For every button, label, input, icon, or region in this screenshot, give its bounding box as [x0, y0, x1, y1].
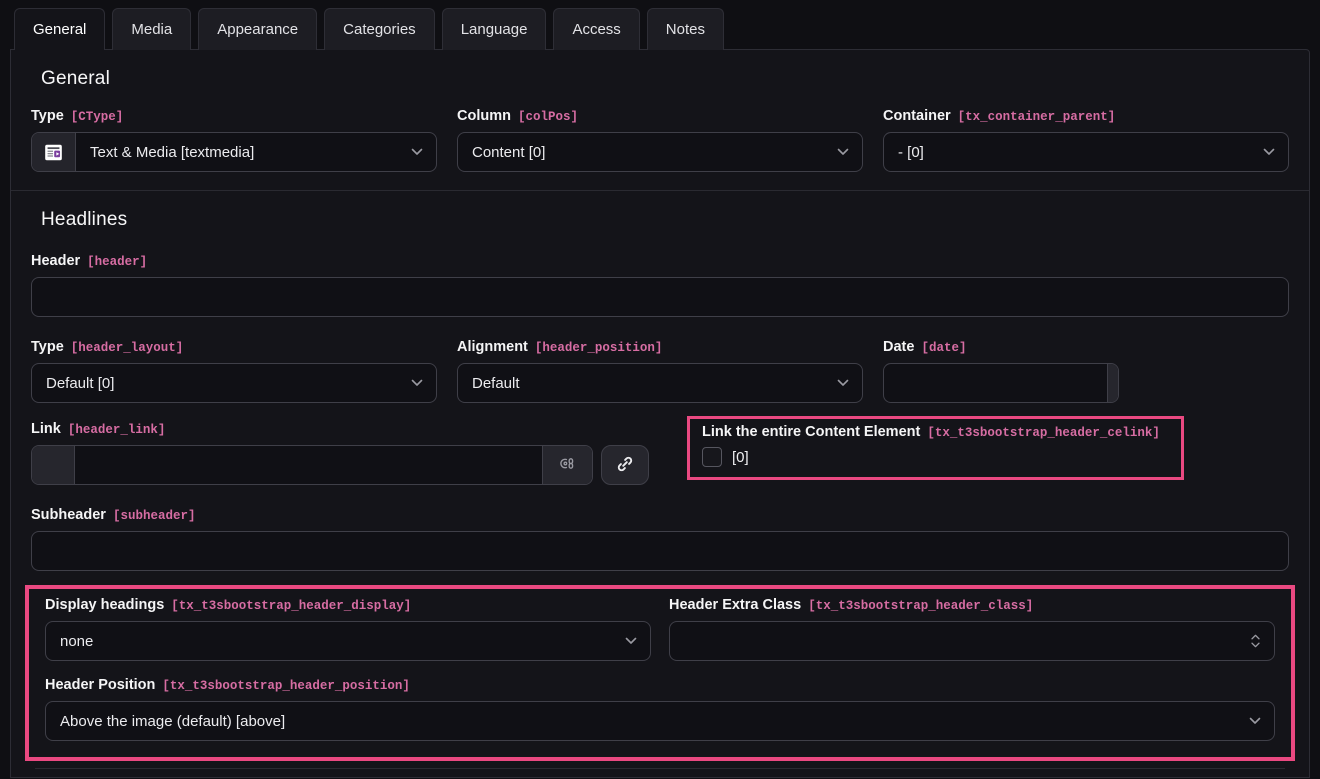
link-input[interactable] [75, 446, 542, 484]
chevron-down-icon [837, 379, 849, 387]
tab-content-panel: General Type [CType] [10, 49, 1310, 778]
date-input[interactable] [884, 364, 1107, 402]
header-settings-highlight-box: Display headings [tx_t3sbootstrap_header… [25, 585, 1295, 761]
date-input-group [883, 363, 1119, 403]
tab-appearance[interactable]: Appearance [198, 8, 317, 50]
field-ctype: Type [CType] [31, 108, 437, 172]
header-position-label: Header Position [45, 677, 155, 693]
alignment-label: Alignment [457, 339, 528, 355]
field-header: Header [header] [31, 253, 1289, 317]
tab-notes[interactable]: Notes [647, 8, 724, 50]
chevron-down-icon [1263, 148, 1275, 156]
field-header-link: Link [header_link] [31, 421, 649, 485]
container-select[interactable]: - [0] [883, 132, 1289, 172]
field-colpos: Column [colPos] Content [0] [457, 108, 863, 172]
tab-language-label: Language [461, 21, 528, 38]
field-header-layout: Type [header_layout] Default [0] [31, 339, 437, 403]
tab-media-label: Media [131, 21, 172, 38]
subheader-input[interactable] [31, 531, 1289, 571]
chevron-down-icon [837, 148, 849, 156]
ctype-key: [CType] [71, 110, 124, 124]
field-container-parent: Container [tx_container_parent] - [0] [883, 108, 1289, 172]
link-wizard-button[interactable] [601, 445, 649, 485]
tab-media[interactable]: Media [112, 8, 191, 50]
tab-bar: General Media Appearance Categories Lang… [0, 0, 1320, 49]
subheader-label: Subheader [31, 507, 106, 523]
link-label: Link [31, 421, 61, 437]
colpos-select-value: Content [0] [472, 144, 545, 161]
tab-access-label: Access [572, 21, 620, 38]
display-headings-label: Display headings [45, 597, 164, 613]
celink-checkbox[interactable] [702, 447, 722, 467]
display-headings-key: [tx_t3sbootstrap_header_display] [171, 599, 411, 613]
header-extra-class-label: Header Extra Class [669, 597, 801, 613]
header-layout-select[interactable]: Default [0] [31, 363, 437, 403]
header-layout-key: [header_layout] [71, 341, 184, 355]
date-key: [date] [921, 341, 966, 355]
colpos-key: [colPos] [518, 110, 578, 124]
subheader-key: [subheader] [113, 509, 196, 523]
section-general-title: General [41, 68, 1279, 90]
header-position-key: [tx_t3sbootstrap_header_position] [162, 679, 410, 693]
date-picker-button[interactable] [1107, 364, 1119, 402]
ctype-select[interactable]: Text & Media [textmedia] [31, 132, 437, 172]
date-label: Date [883, 339, 914, 355]
container-label: Container [883, 108, 951, 124]
tab-access[interactable]: Access [553, 8, 639, 50]
header-position-select[interactable]: Above the image (default) [above] [45, 701, 1275, 741]
textmedia-content-icon [32, 133, 76, 171]
field-subheader: Subheader [subheader] [31, 507, 1289, 571]
chevron-down-icon [411, 379, 423, 387]
tab-general-label: General [33, 21, 86, 38]
tab-notes-label: Notes [666, 21, 705, 38]
field-display-headings: Display headings [tx_t3sbootstrap_header… [45, 597, 651, 661]
field-header-extra-class: Header Extra Class [tx_t3sbootstrap_head… [669, 597, 1275, 661]
header-position-select-value: Above the image (default) [above] [60, 713, 285, 730]
header-extra-class-key: [tx_t3sbootstrap_header_class] [808, 599, 1033, 613]
colpos-select[interactable]: Content [0] [457, 132, 863, 172]
alignment-select-value: Default [472, 375, 520, 392]
link-icon-prefix [32, 446, 75, 484]
colpos-label: Column [457, 108, 511, 124]
celink-highlight-box: Link the entire Content Element [tx_t3sb… [687, 416, 1184, 480]
chevron-down-icon [1249, 717, 1261, 725]
display-headings-select[interactable]: none [45, 621, 651, 661]
container-key: [tx_container_parent] [958, 110, 1116, 124]
link-details-icon [558, 454, 577, 476]
header-label: Header [31, 253, 80, 269]
tab-categories-label: Categories [343, 21, 416, 38]
link-details-button[interactable] [542, 446, 592, 484]
header-layout-select-value: Default [0] [46, 375, 114, 392]
section-headlines: Headlines Header [header] Type [header_l… [11, 190, 1309, 779]
ctype-label: Type [31, 108, 64, 124]
link-input-group [31, 445, 593, 485]
field-header-position-align: Alignment [header_position] Default [457, 339, 863, 403]
header-layout-label: Type [31, 339, 64, 355]
celink-label: Link the entire Content Element [702, 424, 920, 440]
display-headings-select-value: none [60, 633, 93, 650]
alignment-select[interactable]: Default [457, 363, 863, 403]
field-date: Date [date] [883, 339, 1289, 403]
tab-general[interactable]: General [14, 8, 105, 50]
section-divider [35, 768, 1285, 769]
field-header-position: Header Position [tx_t3sbootstrap_header_… [45, 677, 1275, 741]
celink-checkbox-label: [0] [732, 449, 749, 466]
link-wizard-icon [616, 455, 634, 476]
alignment-key: [header_position] [535, 341, 663, 355]
header-input[interactable] [31, 277, 1289, 317]
tab-categories[interactable]: Categories [324, 8, 435, 50]
chevron-down-icon [625, 637, 637, 645]
ctype-select-value: Text & Media [textmedia] [90, 144, 254, 161]
celink-key: [tx_t3sbootstrap_header_celink] [927, 426, 1160, 440]
section-headlines-title: Headlines [41, 209, 1279, 231]
section-general: General Type [CType] [11, 50, 1309, 190]
header-key: [header] [87, 255, 147, 269]
container-select-value: - [0] [898, 144, 924, 161]
chevron-up-down-icon [1250, 633, 1261, 649]
header-extra-class-select[interactable] [669, 621, 1275, 661]
tab-appearance-label: Appearance [217, 21, 298, 38]
link-key: [header_link] [68, 423, 166, 437]
chevron-down-icon [411, 148, 423, 156]
tab-language[interactable]: Language [442, 8, 547, 50]
